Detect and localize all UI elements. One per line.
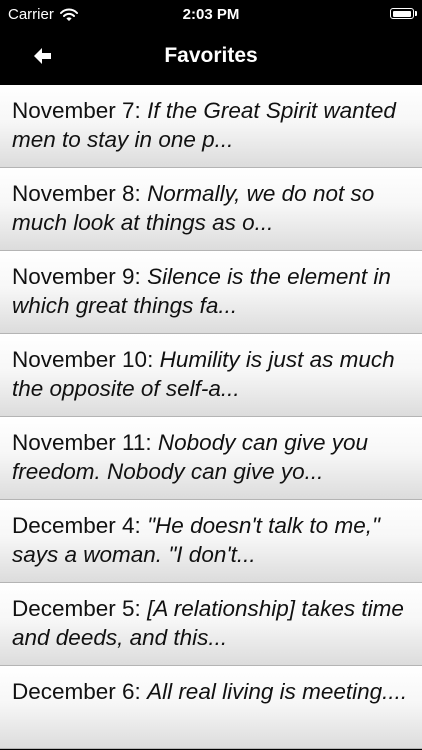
- favorite-item[interactable]: December 5: [A relationship] takes time …: [0, 583, 422, 666]
- favorite-date: November 7:: [12, 98, 148, 123]
- favorite-item[interactable]: December 6: All real living is meeting..…: [0, 666, 422, 749]
- favorite-date: December 4:: [12, 513, 148, 538]
- favorites-list: November 7: If the Great Spirit wanted m…: [0, 85, 422, 750]
- page-title: Favorites: [164, 44, 258, 67]
- favorite-date: December 6:: [12, 679, 148, 704]
- favorite-date: November 9:: [12, 264, 148, 289]
- favorite-date: December 5:: [12, 596, 148, 621]
- status-bar: Carrier 2:03 PM: [0, 0, 422, 30]
- favorite-quote: All real living is meeting....: [147, 679, 408, 704]
- favorite-date: November 11:: [12, 430, 158, 455]
- favorite-item[interactable]: November 7: If the Great Spirit wanted m…: [0, 85, 422, 168]
- favorite-date: November 8:: [12, 181, 148, 206]
- favorite-item[interactable]: December 4: "He doesn't talk to me," say…: [0, 500, 422, 583]
- favorite-date: November 10:: [12, 347, 160, 372]
- battery-level-fill: [392, 10, 411, 17]
- favorite-item[interactable]: November 9: Silence is the element in wh…: [0, 251, 422, 334]
- navigation-bar: Favorites: [0, 30, 422, 85]
- favorite-item[interactable]: November 11: Nobody can give you freedom…: [0, 417, 422, 500]
- status-time: 2:03 PM: [182, 6, 240, 23]
- favorite-item[interactable]: November 10: Humility is just as much th…: [0, 334, 422, 417]
- favorite-item[interactable]: November 8: Normally, we do not so much …: [0, 168, 422, 251]
- battery-icon: [390, 8, 417, 19]
